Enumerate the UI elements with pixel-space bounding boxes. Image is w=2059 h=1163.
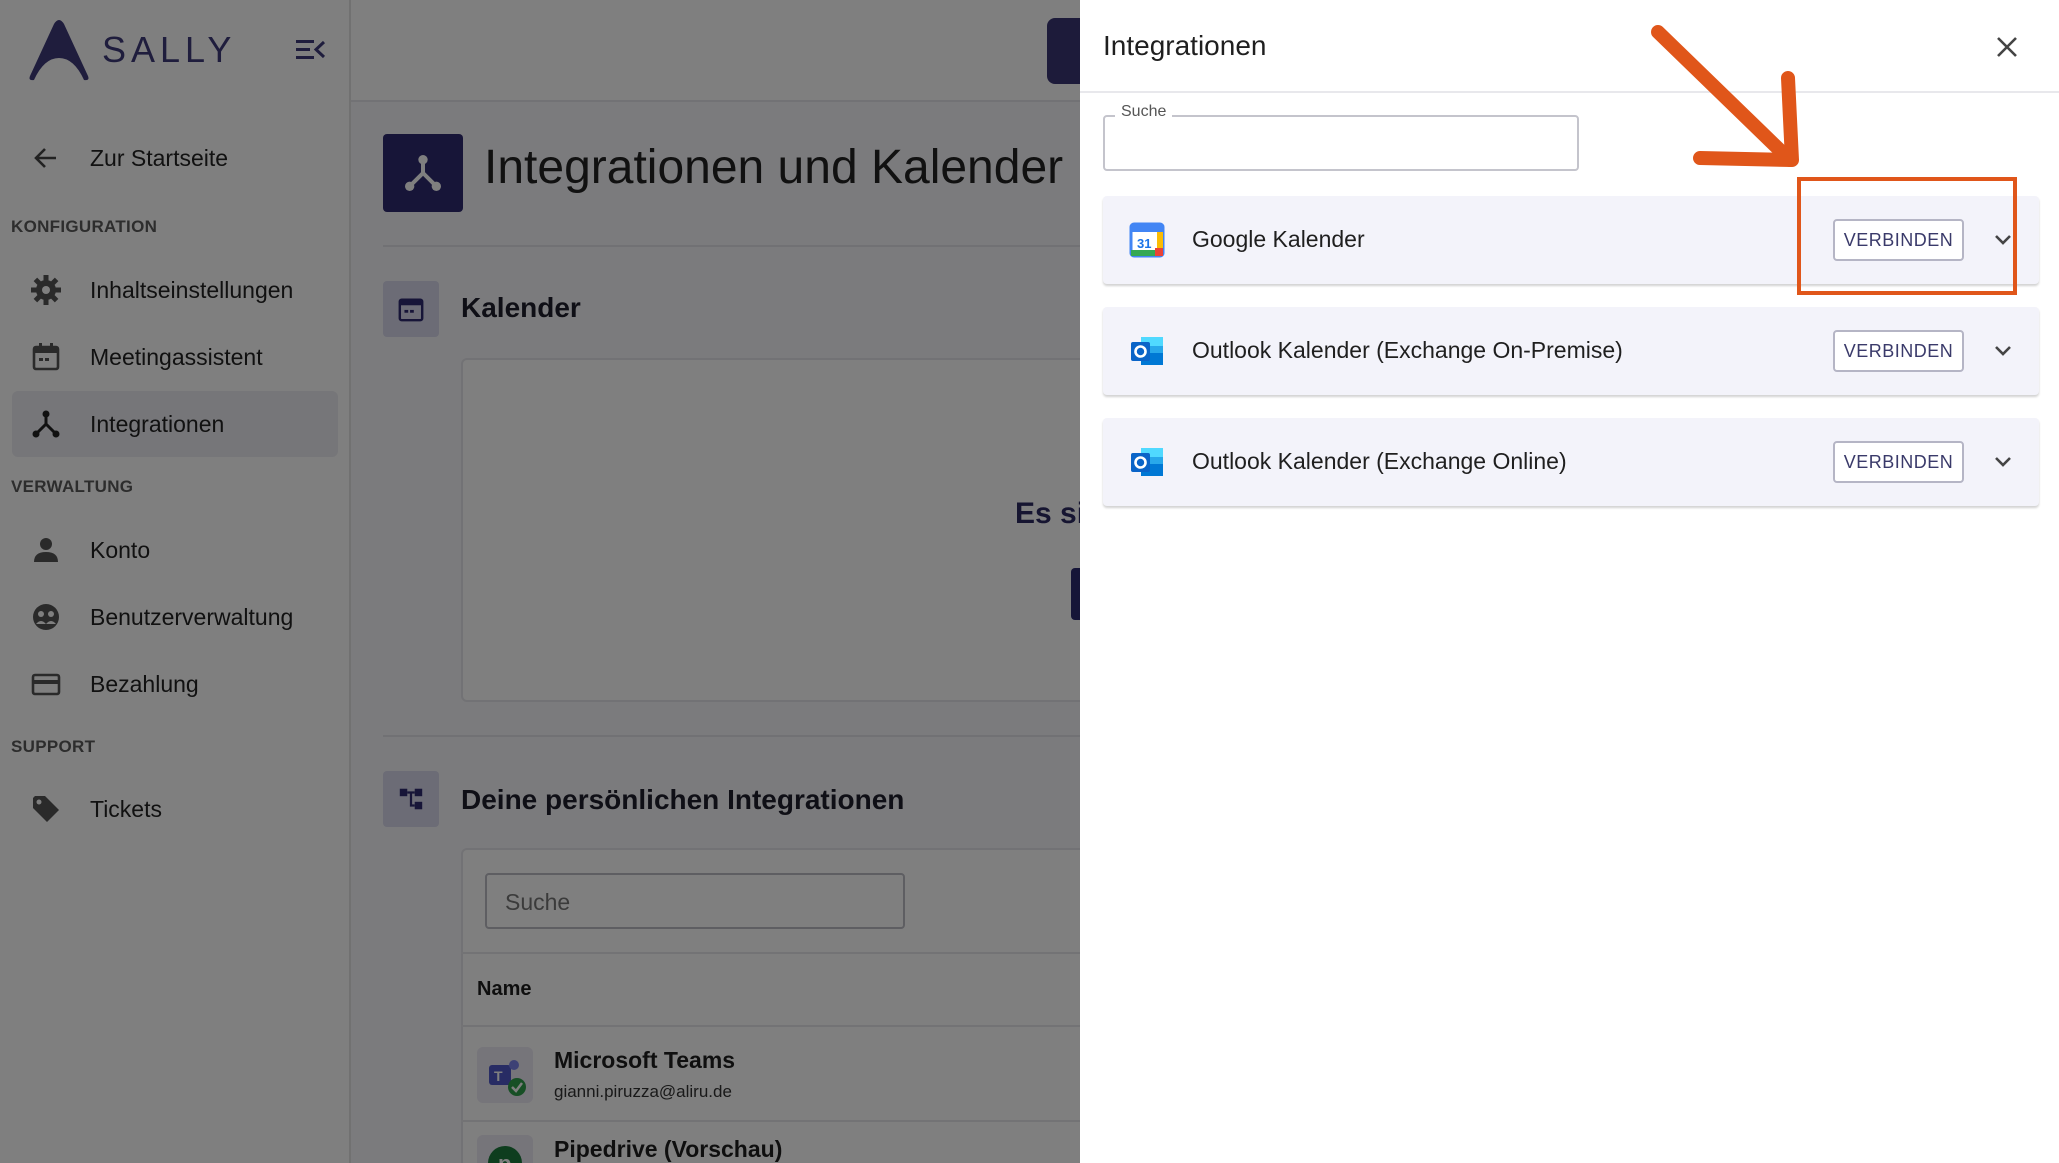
- connect-button[interactable]: VERBINDEN: [1833, 441, 1964, 483]
- google-calendar-icon: 31: [1129, 222, 1165, 258]
- integrations-drawer: Integrationen Suche 31 Google Kalender V…: [1080, 0, 2059, 1163]
- modal-backdrop[interactable]: [0, 0, 1080, 1163]
- search-label: Suche: [1115, 103, 1173, 121]
- integration-name: Google Kalender: [1192, 226, 1365, 252]
- connect-button[interactable]: VERBINDEN: [1833, 330, 1964, 372]
- integration-name: Outlook Kalender (Exchange Online): [1192, 448, 1567, 474]
- outlook-icon: [1131, 448, 1163, 476]
- chevron-down-icon[interactable]: [1989, 337, 2017, 365]
- close-icon[interactable]: [1990, 30, 2024, 64]
- annotation-arrow-icon: [1651, 25, 1799, 167]
- integration-name: Outlook Kalender (Exchange On-Premise): [1192, 337, 1623, 363]
- drawer-search-input[interactable]: [1105, 117, 1577, 169]
- chevron-down-icon[interactable]: [1989, 448, 2017, 476]
- svg-text:31: 31: [1137, 236, 1151, 251]
- divider: [1080, 91, 2059, 93]
- integration-item-outlook-onpremise[interactable]: Outlook Kalender (Exchange On-Premise) V…: [1103, 307, 2039, 395]
- drawer-title: Integrationen: [1103, 30, 1267, 61]
- integration-item-outlook-online[interactable]: Outlook Kalender (Exchange Online) VERBI…: [1103, 418, 2039, 506]
- annotation-highlight-box: [1797, 177, 2017, 295]
- outlook-icon: [1131, 337, 1163, 365]
- drawer-search-field[interactable]: Suche: [1103, 103, 1579, 171]
